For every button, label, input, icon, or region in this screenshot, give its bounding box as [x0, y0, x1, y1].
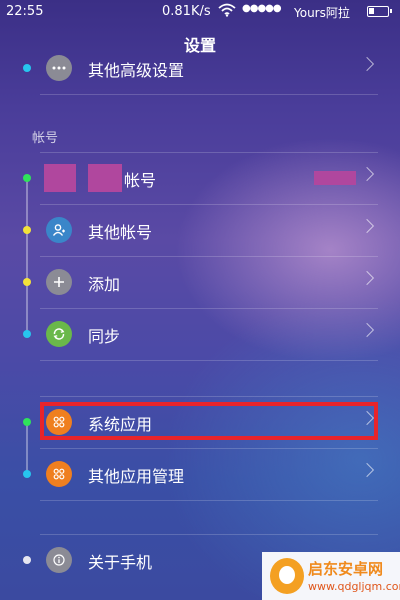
divider — [40, 360, 378, 361]
network-speed: 0.81K/s — [162, 4, 211, 19]
advanced-settings-label: 其他高级设置 — [88, 61, 185, 80]
timeline-line — [26, 422, 28, 474]
battery-level — [369, 8, 374, 14]
watermark-url: www.qdgljqm.com — [308, 580, 400, 593]
account-name-redacted — [88, 164, 122, 192]
plus-icon — [46, 269, 72, 295]
account-avatar — [44, 164, 76, 192]
account-label: 帐号 — [124, 171, 157, 190]
timeline-dot — [23, 330, 31, 338]
add-label: 添加 — [88, 275, 121, 294]
other-accounts-label: 其他帐号 — [88, 223, 153, 242]
apps-grid-icon — [46, 461, 72, 487]
more-dots-icon — [46, 55, 72, 81]
wifi-icon — [218, 3, 236, 17]
site-watermark: 启东安卓网 www.qdgljqm.com — [262, 552, 400, 600]
chevron-right-icon — [359, 218, 375, 234]
sync-label: 同步 — [88, 327, 121, 346]
advanced-settings-item[interactable]: 其他高级设置 — [40, 42, 378, 94]
timeline-dot — [23, 470, 31, 478]
other-app-management-item[interactable]: 其他应用管理 — [40, 448, 378, 500]
about-phone-label: 关于手机 — [88, 553, 153, 572]
other-app-management-label: 其他应用管理 — [88, 467, 185, 486]
sync-item[interactable]: 同步 — [40, 308, 378, 360]
add-account-item[interactable]: 添加 — [40, 256, 378, 308]
chevron-right-icon — [359, 270, 375, 286]
highlight-box — [40, 402, 378, 440]
timeline-dot — [23, 226, 31, 234]
signal-icon: ●●●●● — [242, 3, 282, 14]
watermark-title: 启东安卓网 — [308, 560, 384, 578]
status-bar: 22:55 0.81K/s ●●●●● Yours阿拉 — [0, 0, 400, 24]
site-logo-icon — [270, 558, 304, 594]
divider — [40, 500, 378, 501]
account-item[interactable]: 帐号 — [40, 152, 378, 204]
divider — [40, 94, 378, 95]
chevron-right-icon — [359, 56, 375, 72]
battery-icon — [367, 6, 392, 17]
carrier-name: Yours阿拉 — [294, 6, 350, 20]
account-id-redacted — [314, 171, 356, 185]
timeline-line — [26, 178, 28, 336]
timeline-dot — [23, 278, 31, 286]
chevron-right-icon — [359, 166, 375, 182]
user-icon — [46, 217, 72, 243]
info-icon — [46, 547, 72, 573]
chevron-right-icon — [359, 322, 375, 338]
timeline-dot — [23, 64, 31, 72]
timeline-dot — [23, 174, 31, 182]
sync-icon — [46, 321, 72, 347]
status-time: 22:55 — [6, 4, 44, 19]
section-title-accounts: 帐号 — [32, 131, 59, 146]
other-accounts-item[interactable]: 其他帐号 — [40, 204, 378, 256]
timeline-dot — [23, 556, 31, 564]
timeline-dot — [23, 418, 31, 426]
chevron-right-icon — [359, 462, 375, 478]
